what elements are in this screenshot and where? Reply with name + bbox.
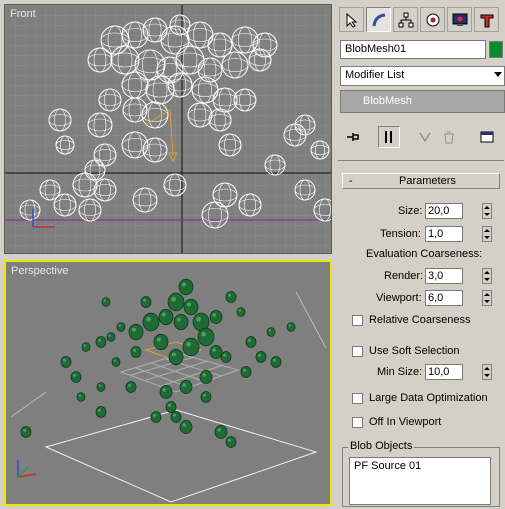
parameters-rollout-header[interactable]: - Parameters: [342, 173, 500, 189]
perspective-viewport-canvas[interactable]: [6, 262, 330, 504]
use-soft-selection-label[interactable]: Use Soft Selection: [369, 345, 460, 357]
make-unique-button[interactable]: [414, 126, 436, 148]
evaluation-coarseness-label: Evaluation Coarseness:: [366, 248, 483, 260]
persp-axis-tripod-icon: [17, 460, 37, 478]
off-in-viewport-label[interactable]: Off In Viewport: [369, 416, 441, 428]
front-viewport-label[interactable]: Front: [10, 8, 36, 20]
modifier-list-label: Modifier List: [345, 69, 405, 81]
stack-item-blobmesh[interactable]: BlobMesh: [363, 95, 412, 107]
min-size-input[interactable]: 10,0: [425, 364, 463, 380]
viewport-label: Viewport:: [376, 292, 422, 304]
configure-icon: [480, 131, 494, 143]
motion-icon: [426, 13, 439, 26]
rollout-collapse-toggle[interactable]: -: [349, 175, 353, 187]
bend-icon: [372, 13, 385, 26]
end-result-icon: [385, 131, 392, 143]
tension-label: Tension:: [380, 228, 421, 240]
perspective-guide-line-left: [10, 391, 47, 418]
large-data-optimization-label[interactable]: Large Data Optimization: [369, 392, 488, 404]
blob-object-item[interactable]: PF Source 01: [354, 460, 421, 472]
render-spinner[interactable]: [482, 268, 492, 284]
tab-utilities[interactable]: [474, 7, 499, 32]
use-soft-selection-checkbox[interactable]: [352, 346, 363, 357]
command-panel: BlobMesh01 Modifier List BlobMesh - Para…: [336, 0, 505, 509]
tab-hierarchy[interactable]: [393, 7, 418, 32]
rollout-title: Parameters: [399, 175, 456, 187]
tension-spinner[interactable]: [482, 226, 492, 242]
size-input[interactable]: 20,0: [425, 203, 463, 219]
relative-coarseness-label[interactable]: Relative Coarseness: [369, 314, 471, 326]
remove-modifier-button[interactable]: [438, 126, 460, 148]
size-spinner[interactable]: [482, 203, 492, 219]
relative-coarseness-checkbox[interactable]: [352, 315, 363, 326]
tab-display[interactable]: [447, 7, 472, 32]
display-icon: [452, 13, 467, 26]
chevron-down-icon: [494, 72, 502, 77]
modifier-stack: BlobMesh: [340, 90, 505, 113]
min-size-label: Min Size:: [377, 366, 423, 378]
blob-objects-title: Blob Objects: [348, 440, 415, 452]
viewport-spinner[interactable]: [482, 290, 492, 306]
perspective-green-blobs: [20, 278, 296, 448]
render-label: Render:: [384, 270, 424, 282]
tension-input[interactable]: 1,0: [425, 226, 463, 242]
perspective-viewport[interactable]: Perspective: [4, 260, 332, 506]
pin-icon: [347, 133, 359, 141]
viewport-input[interactable]: 6,0: [425, 290, 463, 306]
utilities-icon: [480, 14, 493, 27]
show-end-result-button[interactable]: [378, 126, 400, 148]
hierarchy-icon: [398, 12, 413, 27]
perspective-guide-line: [295, 291, 327, 349]
render-input[interactable]: 3,0: [425, 268, 463, 284]
modifier-list-dropdown[interactable]: Modifier List: [340, 66, 505, 86]
off-in-viewport-checkbox[interactable]: [352, 417, 363, 428]
panel-divider: [338, 160, 504, 161]
size-label: Size:: [398, 205, 423, 217]
large-data-optimization-checkbox[interactable]: [352, 393, 363, 404]
trash-icon: [444, 131, 454, 144]
pin-stack-button[interactable]: [342, 126, 364, 148]
tab-motion[interactable]: [420, 7, 445, 32]
blob-objects-list[interactable]: PF Source 01: [349, 457, 491, 505]
configure-modifier-sets-button[interactable]: [476, 126, 498, 148]
min-size-spinner[interactable]: [482, 364, 492, 380]
select-icon: [346, 12, 357, 28]
object-name-field[interactable]: BlobMesh01: [340, 40, 486, 59]
object-color-swatch[interactable]: [489, 41, 503, 58]
tab-modify[interactable]: [366, 7, 391, 32]
front-viewport-canvas[interactable]: [5, 5, 331, 253]
perspective-viewport-label[interactable]: Perspective: [11, 265, 68, 277]
make-unique-icon: [419, 132, 431, 143]
tab-create[interactable]: [339, 7, 364, 32]
front-viewport[interactable]: Front: [4, 4, 332, 254]
